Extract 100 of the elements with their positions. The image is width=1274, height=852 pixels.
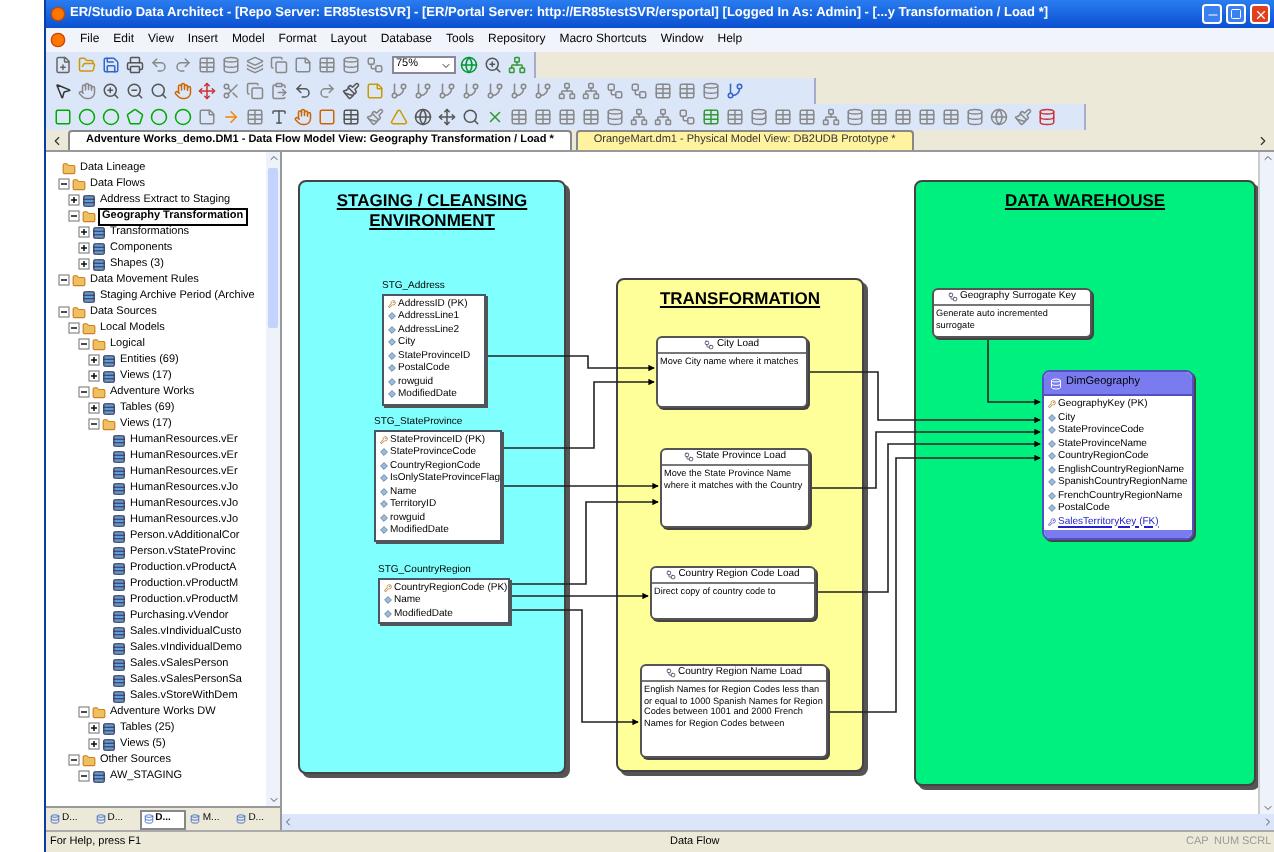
scrollbar[interactable] [1258,152,1274,814]
toolbar-button[interactable] [340,80,362,102]
expand-icon[interactable] [78,242,90,254]
toolbar-icon [150,56,168,74]
folder-icon [102,417,116,431]
toolbar-icon [102,56,120,74]
folder-icon [92,385,106,399]
toolbar-icon [918,108,936,126]
toolbar-icon [558,108,576,126]
toolbar-icon [654,82,672,100]
toolbar-icon [342,82,360,100]
toolbar-icon [534,82,552,100]
toolbar-icon [534,108,552,126]
toolbar-button[interactable] [436,106,458,128]
collapse-icon[interactable] [68,754,80,766]
connector-line [509,609,639,726]
scroll-down-icon[interactable] [267,794,279,806]
toolbar-button[interactable] [124,54,146,76]
database-icon [190,814,201,824]
toolbar-icon [294,82,312,100]
expand-icon[interactable] [88,738,100,750]
expand-icon[interactable] [88,370,100,382]
collapse-icon[interactable] [78,770,90,782]
toolbar-button[interactable] [340,106,362,128]
toolbar-icon [150,82,168,100]
collapse-icon[interactable] [58,306,70,318]
toolbar-icon [366,82,384,100]
transformation-icon [683,452,694,462]
toolbar-icon [318,56,336,74]
toolbar-icon [414,82,432,100]
minimize-button[interactable] [1202,4,1222,24]
toolbar-button[interactable] [124,80,146,102]
maximize-button[interactable] [1226,4,1246,24]
toolbar-icon [678,108,696,126]
expand-icon[interactable] [88,354,100,366]
collapse-icon[interactable] [88,418,100,430]
scroll-left-icon[interactable] [50,133,64,147]
toolbar-icon [582,108,600,126]
database-icon [143,814,154,824]
toolbar-icon [390,108,408,126]
toolbar-button[interactable] [482,54,504,76]
toolbar-icon [678,82,696,100]
toolbar-icon [486,108,504,126]
area-title: TRANSFORMATION [657,288,823,308]
entity-icon [1050,377,1062,389]
toolbar-icon [870,108,888,126]
toolbar-icon [102,82,120,100]
collapse-icon[interactable] [58,274,70,286]
collapse-icon[interactable] [78,386,90,398]
toolbar-button[interactable] [100,54,122,76]
toolbar-icon [462,108,480,126]
expand-icon[interactable] [88,722,100,734]
key-icon [380,435,388,444]
close-button[interactable] [1250,4,1270,24]
toolbar-icon [366,108,384,126]
scroll-right-icon[interactable] [1256,133,1270,147]
toolbar-button[interactable] [100,80,122,102]
scroll-down-icon[interactable] [1261,802,1273,814]
toolbar-button[interactable] [460,106,482,128]
toolbar-button[interactable] [52,80,74,102]
toolbar-icon [484,56,502,74]
toolbar-button[interactable] [724,80,746,102]
toolbar-icon [366,56,384,74]
expand-icon[interactable] [68,194,80,206]
toolbar-icon [486,82,504,100]
connector-line [509,592,649,600]
expand-icon[interactable] [88,402,100,414]
folder-icon [92,705,106,719]
toolbar-button[interactable] [412,106,434,128]
scroll-up-icon[interactable] [1261,152,1273,164]
toolbar-icon [270,108,288,126]
toolbar-icon [342,108,360,126]
toolbar-icon [54,56,72,74]
toolbar-icon [126,56,144,74]
toolbar-icon [606,108,624,126]
toolbar-icon [702,82,720,100]
collapse-icon[interactable] [58,178,70,190]
toolbar-icon [630,108,648,126]
toolbar-icon [270,56,288,74]
toolbar-icon [606,82,624,100]
scroll-up-icon[interactable] [267,152,279,164]
database-icon [95,814,106,824]
collapse-icon[interactable] [68,322,80,334]
toolbar-icon [654,108,672,126]
transformation-icon [704,340,715,350]
toolbar-button[interactable] [52,54,74,76]
folder-icon [82,209,96,223]
toolbar-button[interactable] [148,80,170,102]
expand-icon[interactable] [78,226,90,238]
expand-icon[interactable] [78,258,90,270]
scrollbar-thumb[interactable] [268,168,278,328]
toolbar-icon [270,82,288,100]
collapse-icon[interactable] [68,210,80,222]
toolbar-icon [508,56,526,74]
toolbar-icon [174,56,192,74]
collapse-icon[interactable] [78,706,90,718]
toolbar-icon [294,56,312,74]
toolbar-button[interactable] [292,80,314,102]
collapse-icon[interactable] [78,338,90,350]
scrollbar[interactable] [266,152,280,806]
